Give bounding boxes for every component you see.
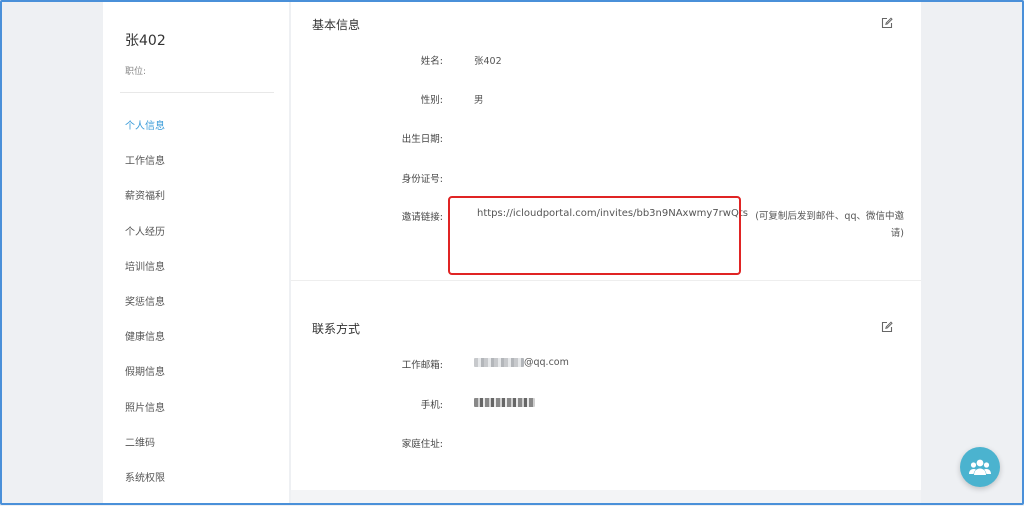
menu-item-salary-benefits[interactable]: 薪资福利 (125, 189, 165, 224)
users-icon (969, 459, 991, 475)
gender-label: 性别: (420, 95, 443, 106)
name-value: 张402 (474, 56, 502, 67)
menu-item-personal-info[interactable]: 个人信息 (125, 119, 165, 154)
menu-item-rewards-penalties[interactable]: 奖惩信息 (125, 295, 165, 330)
id-number-label: 身份证号: (401, 174, 443, 185)
menu-item-health-info[interactable]: 健康信息 (125, 330, 165, 365)
help-button[interactable] (960, 447, 1000, 487)
masked-text (474, 398, 535, 407)
mobile-value (474, 397, 535, 408)
contact-info-title: 联系方式 (312, 322, 361, 336)
basic-info-title: 基本信息 (312, 18, 361, 32)
menu-item-system-permissions[interactable]: 系统权限 (125, 471, 165, 506)
highlight-box (448, 196, 741, 275)
menu-item-training-info[interactable]: 培训信息 (125, 260, 165, 295)
email-domain: @qq.com (524, 357, 569, 368)
gender-value: 男 (474, 95, 484, 106)
edit-icon[interactable] (881, 14, 893, 29)
sidebar-divider (120, 92, 274, 93)
profile-sidebar: 张402 职位: 个人信息 工作信息 薪资福利 个人经历 培训信息 奖惩信息 健… (103, 0, 289, 505)
home-address-label: 家庭住址: (401, 439, 443, 450)
menu-item-personal-history[interactable]: 个人经历 (125, 225, 165, 260)
bottom-strip (291, 490, 921, 505)
menu-item-work-info[interactable]: 工作信息 (125, 154, 165, 189)
birthdate-label: 出生日期: (401, 134, 443, 145)
menu-item-qr-code[interactable]: 二维码 (125, 436, 165, 471)
position-label: 职位: (125, 67, 147, 77)
work-email-label: 工作邮箱: (401, 360, 443, 371)
menu-item-leave-info[interactable]: 假期信息 (125, 365, 165, 400)
invite-link-hint: (可复制后发到邮件、qq、微信中邀请) (755, 211, 904, 239)
name-label: 姓名: (420, 56, 443, 67)
user-name: 张402 (125, 33, 166, 49)
work-email-value: @qq.com (474, 357, 569, 368)
section-divider (291, 280, 921, 281)
profile-content: 基本信息 姓名: 张402 性别: 男 出生日期: 身份证号: 邀请链接: ht… (291, 0, 921, 490)
profile-menu: 个人信息 工作信息 薪资福利 个人经历 培训信息 奖惩信息 健康信息 假期信息 … (125, 119, 165, 506)
masked-text (474, 358, 524, 367)
mobile-label: 手机: (420, 400, 443, 411)
invite-link-label: 邀请链接: (401, 212, 443, 223)
menu-item-photo-info[interactable]: 照片信息 (125, 401, 165, 436)
edit-icon[interactable] (881, 318, 893, 333)
